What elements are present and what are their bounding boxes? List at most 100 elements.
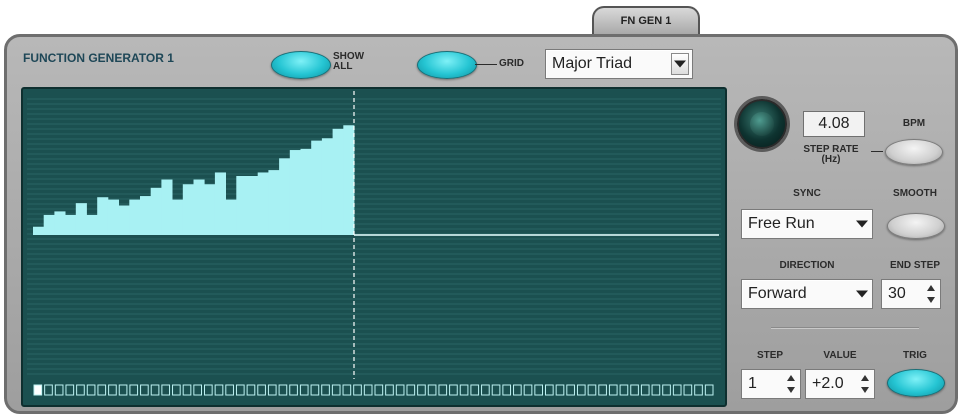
step-indicator[interactable] [576, 384, 586, 396]
step-indicator[interactable] [545, 384, 554, 396]
step-indicator[interactable] [193, 384, 202, 396]
step-bar[interactable] [311, 140, 323, 235]
chevron-up-icon[interactable] [861, 375, 869, 381]
step-bar[interactable] [343, 125, 355, 235]
step-bar[interactable] [107, 199, 119, 235]
step-bar[interactable] [204, 184, 216, 235]
step-bar[interactable] [43, 214, 55, 235]
step-indicator[interactable] [44, 384, 53, 396]
step-bar[interactable] [172, 199, 184, 235]
step-indicator[interactable] [150, 384, 160, 396]
step-indicator[interactable] [672, 384, 682, 396]
step-bar[interactable] [289, 150, 301, 235]
step-indicator[interactable] [118, 384, 128, 396]
step-indicator[interactable] [427, 384, 437, 396]
step-indicator[interactable] [523, 384, 533, 396]
step-indicator[interactable] [246, 384, 256, 396]
trig-button[interactable] [887, 369, 945, 397]
chevron-up-icon[interactable] [787, 375, 795, 381]
step-indicator[interactable] [459, 384, 469, 396]
step-indicator[interactable] [406, 384, 416, 396]
step-indicator[interactable] [267, 384, 277, 396]
step-bar[interactable] [193, 179, 205, 235]
step-indicator[interactable] [289, 384, 298, 396]
tab-fn-gen-1[interactable]: FN GEN 1 [592, 6, 700, 34]
step-bar[interactable] [140, 196, 152, 235]
step-indicator[interactable] [470, 384, 480, 396]
direction-select[interactable]: Forward [741, 279, 873, 309]
step-indicator[interactable] [299, 384, 309, 396]
grid-scale-dropdown-button[interactable] [671, 53, 689, 75]
step-indicator[interactable] [513, 384, 522, 396]
step-indicator[interactable] [108, 384, 117, 396]
step-sequencer-display[interactable] [21, 87, 727, 407]
bpm-button[interactable] [885, 139, 943, 165]
step-indicator[interactable] [385, 384, 394, 396]
step-indicator[interactable] [587, 384, 597, 396]
step-indicator[interactable] [491, 384, 501, 396]
step-indicator[interactable] [33, 384, 43, 396]
step-indicator[interactable] [694, 384, 703, 396]
step-bar[interactable] [97, 197, 109, 235]
step-bar[interactable] [236, 176, 248, 235]
step-rate-knob[interactable] [737, 99, 787, 149]
step-indicator[interactable] [353, 384, 362, 396]
step-bar[interactable] [279, 158, 291, 235]
step-indicator[interactable] [214, 384, 224, 396]
grid-scale-select[interactable]: Major Triad [545, 49, 693, 79]
step-indicator[interactable] [395, 384, 405, 396]
step-bar[interactable] [332, 128, 344, 235]
step-indicator[interactable] [54, 384, 64, 396]
step-bar[interactable] [129, 199, 141, 235]
step-indicator[interactable] [662, 384, 671, 396]
show-all-button[interactable] [271, 51, 331, 79]
step-bar[interactable] [54, 211, 66, 235]
step-indicator[interactable] [598, 384, 607, 396]
step-bar[interactable] [161, 179, 173, 235]
step-indicator[interactable] [555, 384, 565, 396]
step-bar[interactable] [65, 214, 77, 235]
step-bar[interactable] [214, 172, 226, 235]
step-bar[interactable] [300, 148, 312, 235]
step-indicator[interactable] [278, 384, 288, 396]
step-indicator[interactable] [225, 384, 234, 396]
step-indicator[interactable] [97, 384, 107, 396]
step-indicator[interactable] [502, 384, 512, 396]
chevron-down-icon[interactable] [787, 387, 795, 393]
step-stepper[interactable]: 1 [741, 369, 801, 399]
value-stepper[interactable]: +2.0 [805, 369, 875, 399]
step-indicator[interactable] [438, 384, 448, 396]
step-indicator[interactable] [608, 384, 618, 396]
step-indicator[interactable] [481, 384, 490, 396]
step-indicator[interactable] [619, 384, 629, 396]
step-bar[interactable] [118, 205, 130, 236]
step-indicator[interactable] [566, 384, 575, 396]
step-bar[interactable] [257, 172, 269, 235]
chevron-down-icon[interactable] [861, 387, 869, 393]
step-indicator[interactable] [204, 384, 213, 396]
step-sequencer-graph[interactable] [23, 89, 725, 405]
step-indicator[interactable] [321, 384, 330, 396]
smooth-button[interactable] [887, 213, 945, 239]
step-indicator[interactable] [534, 384, 543, 396]
step-indicator[interactable] [129, 384, 139, 396]
step-bar[interactable] [86, 214, 98, 235]
step-indicator[interactable] [140, 384, 149, 396]
chevron-down-icon[interactable] [927, 297, 935, 303]
step-bar[interactable] [247, 176, 259, 235]
step-indicator[interactable] [172, 384, 181, 396]
step-indicator[interactable] [310, 384, 320, 396]
step-indicator[interactable] [235, 384, 245, 396]
step-bar[interactable] [225, 199, 237, 235]
step-bar[interactable] [182, 184, 194, 235]
step-indicator[interactable] [161, 384, 171, 396]
step-indicator[interactable] [640, 384, 650, 396]
step-indicator[interactable] [86, 384, 96, 396]
step-indicator[interactable] [630, 384, 639, 396]
step-rate-value[interactable]: 4.08 [803, 111, 865, 137]
step-bar[interactable] [150, 187, 162, 235]
sync-select[interactable]: Free Run [741, 209, 873, 239]
step-indicator[interactable] [182, 384, 192, 396]
step-bar[interactable] [321, 138, 333, 235]
chevron-up-icon[interactable] [927, 285, 935, 291]
